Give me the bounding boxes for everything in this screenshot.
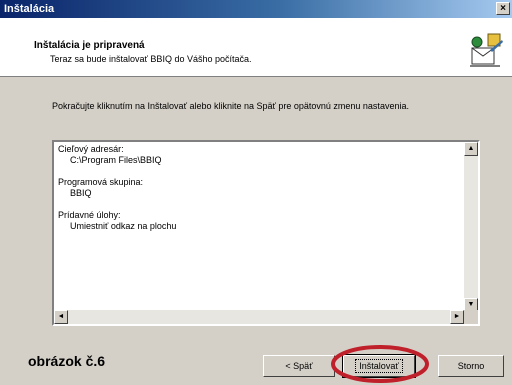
intro-text: Pokračujte kliknutím na Inštalovať alebo… [52, 101, 409, 111]
page-subtitle: Teraz sa bude inštalovať BBIQ do Vášho p… [50, 54, 252, 64]
program-group-label: Programová skupina: [58, 177, 144, 187]
scroll-left-icon[interactable]: ◄ [54, 310, 68, 324]
summary-memo[interactable]: Cieľový adresár: C:\Program Files\BBIQ P… [52, 140, 480, 326]
figure-caption: obrázok č.6 [28, 353, 106, 369]
scroll-corner [464, 310, 478, 324]
page-title: Inštalácia je pripravená [34, 40, 145, 51]
installer-window: Inštalácia × Inštalácia je pripravená Te… [0, 0, 512, 385]
target-dir-label: Cieľový adresár: [58, 144, 124, 154]
scroll-right-icon[interactable]: ► [450, 310, 464, 324]
wizard-header: Inštalácia je pripravená Teraz sa bude i… [0, 18, 512, 77]
title-bar: Inštalácia × [0, 0, 512, 18]
summary-content: Cieľový adresár: C:\Program Files\BBIQ P… [58, 144, 176, 232]
program-group-value: BBIQ [70, 188, 92, 198]
additional-tasks-value: Umiestniť odkaz na plochu [70, 221, 177, 231]
horizontal-scrollbar[interactable]: ◄ ► [54, 310, 464, 324]
back-button[interactable]: < Späť [263, 355, 335, 377]
vertical-scrollbar[interactable]: ▲ ▼ [464, 142, 478, 312]
cancel-button[interactable]: Storno [438, 355, 504, 377]
annotation-circle [331, 345, 429, 383]
close-icon[interactable]: × [496, 2, 510, 15]
target-dir-value: C:\Program Files\BBIQ [70, 155, 162, 165]
window-title: Inštalácia [4, 3, 55, 15]
install-wizard-icon [470, 33, 503, 67]
additional-tasks-label: Prídavné úlohy: [58, 210, 121, 220]
scroll-up-icon[interactable]: ▲ [464, 142, 478, 156]
